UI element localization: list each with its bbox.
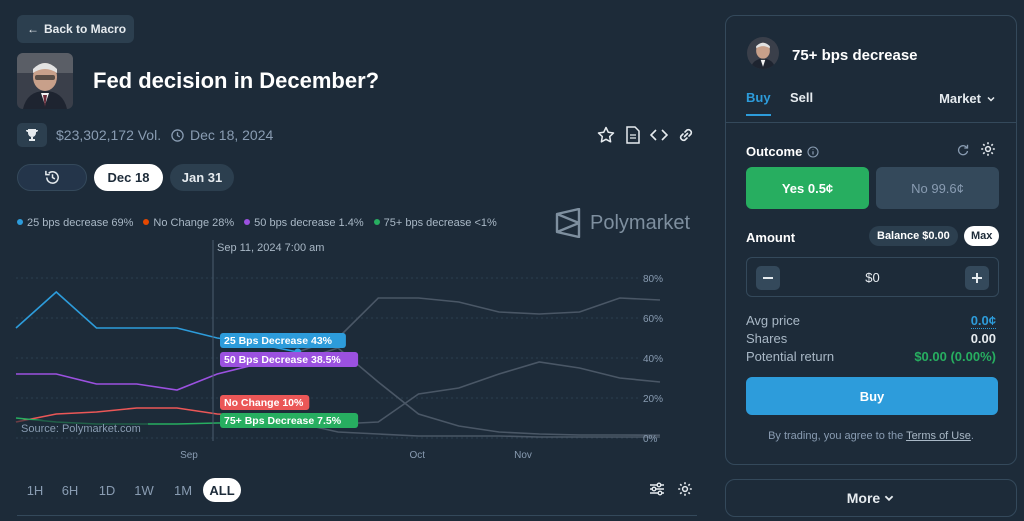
balance-badge: Balance $0.00 xyxy=(869,226,958,246)
history-icon xyxy=(44,170,59,184)
trade-panel: 75+ bps decrease Buy Sell Market Outcome… xyxy=(725,15,1017,465)
terms-link[interactable]: Terms of Use xyxy=(906,430,971,442)
svg-text:25 Bps Decrease 43%: 25 Bps Decrease 43% xyxy=(224,335,333,347)
code-icon[interactable] xyxy=(649,125,669,145)
order-type-dropdown[interactable]: Market xyxy=(939,91,996,106)
amount-label: Amount xyxy=(746,230,796,245)
amount-input[interactable]: $0 xyxy=(746,257,999,297)
link-icon[interactable] xyxy=(676,125,696,145)
svg-text:75+ Bps Decrease 7.5%: 75+ Bps Decrease 7.5% xyxy=(224,415,342,427)
settings-gear-icon[interactable] xyxy=(980,141,996,162)
document-icon[interactable] xyxy=(623,125,643,145)
timeframe-1h[interactable]: 1H xyxy=(22,478,48,502)
more-label: More xyxy=(846,490,881,506)
tab-dec-18[interactable]: Dec 18 xyxy=(94,164,163,191)
no-button[interactable]: No 99.6¢ xyxy=(876,167,999,209)
table-divider xyxy=(17,515,697,516)
timeframe-all[interactable]: ALL xyxy=(203,478,241,502)
increment-button[interactable] xyxy=(965,266,989,290)
trophy-icon xyxy=(17,123,47,147)
potential-return-value: $0.00 (0.00%) xyxy=(914,349,996,364)
shares-label: Shares xyxy=(746,331,788,346)
timeframe-1w[interactable]: 1W xyxy=(129,478,159,502)
arrow-left-icon: ← xyxy=(27,22,39,36)
terms-text: By trading, you agree to the Terms of Us… xyxy=(768,430,974,442)
outcome-section-label: Outcome xyxy=(746,144,819,159)
tab-jan-31[interactable]: Jan 31 xyxy=(170,164,234,191)
market-title: Fed decision in December? xyxy=(93,68,380,93)
polymarket-wordmark: Polymarket xyxy=(590,211,691,234)
back-to-macro-button[interactable]: ← Back to Macro xyxy=(17,15,134,43)
hover-tooltips: 25 Bps Decrease 43% 50 Bps Decrease 38.5%… xyxy=(220,333,359,428)
volume-text: $23,302,172 Vol. xyxy=(56,127,162,143)
series-line-faded xyxy=(297,297,661,353)
plus-icon xyxy=(972,273,982,283)
chart-source: Source: Polymarket.com xyxy=(21,423,141,435)
tooltip-label: 50 Bps Decrease 38.5% xyxy=(220,352,359,367)
chart-legend: 25 bps decrease 69% No Change 28% 50 bps… xyxy=(17,217,497,229)
y-tick-label: 60% xyxy=(643,314,663,325)
legend-item: 50 bps decrease 1.4% xyxy=(244,217,364,229)
shares-value: 0.00 xyxy=(970,331,996,346)
tab-sell[interactable]: Sell xyxy=(790,90,813,105)
market-avatar xyxy=(17,53,73,109)
outcome-title: 75+ bps decrease xyxy=(792,47,918,64)
legend-item: 75+ bps decrease <1% xyxy=(373,217,497,229)
chart-x-ticks: Sep Oct Nov xyxy=(180,450,532,461)
more-button[interactable]: More xyxy=(725,479,1017,517)
tooltip-label: No Change 10% xyxy=(220,395,310,410)
timeframe-6h[interactable]: 6H xyxy=(57,478,83,502)
end-date: Dec 18, 2024 xyxy=(171,127,273,143)
order-type-label: Market xyxy=(939,91,981,106)
outcome-avatar xyxy=(747,37,779,69)
svg-text:No Change 10%: No Change 10% xyxy=(224,397,304,409)
tooltip-label: 75+ Bps Decrease 7.5% xyxy=(220,413,359,428)
timeframe-1m[interactable]: 1M xyxy=(170,478,196,502)
sliders-icon[interactable] xyxy=(648,481,666,502)
back-label: Back to Macro xyxy=(44,22,127,36)
chevron-down-icon xyxy=(987,96,995,102)
timeframe-1d[interactable]: 1D xyxy=(94,478,120,502)
potential-return-label: Potential return xyxy=(746,349,835,364)
price-chart[interactable]: 80% 60% 40% 20% 0% Sep Oct Nov Sep 11, 2024 7:… xyxy=(0,238,700,468)
clock-icon xyxy=(171,128,184,142)
tab-buy[interactable]: Buy xyxy=(746,90,771,105)
y-tick-label: 80% xyxy=(643,274,663,285)
history-button[interactable] xyxy=(17,164,87,191)
yes-button[interactable]: Yes 0.5¢ xyxy=(746,167,869,209)
buy-button[interactable]: Buy xyxy=(746,377,998,415)
y-tick-label: 0% xyxy=(643,434,658,445)
y-tick-label: 40% xyxy=(643,354,663,365)
svg-text:50 Bps Decrease 38.5%: 50 Bps Decrease 38.5% xyxy=(224,354,341,366)
chevron-down-icon xyxy=(884,495,894,502)
avg-price-value: 0.0¢ xyxy=(970,313,996,329)
chart-settings-gear-icon[interactable] xyxy=(677,481,693,502)
avg-price-label: Avg price xyxy=(746,313,800,328)
y-tick-label: 20% xyxy=(643,394,663,405)
x-tick-label: Oct xyxy=(410,450,426,461)
divider xyxy=(726,122,1016,123)
legend-item: No Change 28% xyxy=(143,217,234,229)
hover-date: Sep 11, 2024 7:00 am xyxy=(217,242,324,254)
buy-tab-underline xyxy=(746,114,771,116)
polymarket-logo-icon xyxy=(555,208,581,238)
x-tick-label: Nov xyxy=(514,450,532,461)
info-icon xyxy=(807,145,819,158)
max-button[interactable]: Max xyxy=(964,226,1000,246)
amount-value: $0 xyxy=(865,270,880,285)
refresh-icon[interactable] xyxy=(956,143,970,162)
polymarket-logo: Polymarket xyxy=(555,208,690,238)
legend-item: 25 bps decrease 69% xyxy=(17,217,133,229)
tooltip-label: 25 Bps Decrease 43% xyxy=(220,333,346,348)
star-icon[interactable] xyxy=(596,125,616,145)
x-tick-label: Sep xyxy=(180,450,198,461)
